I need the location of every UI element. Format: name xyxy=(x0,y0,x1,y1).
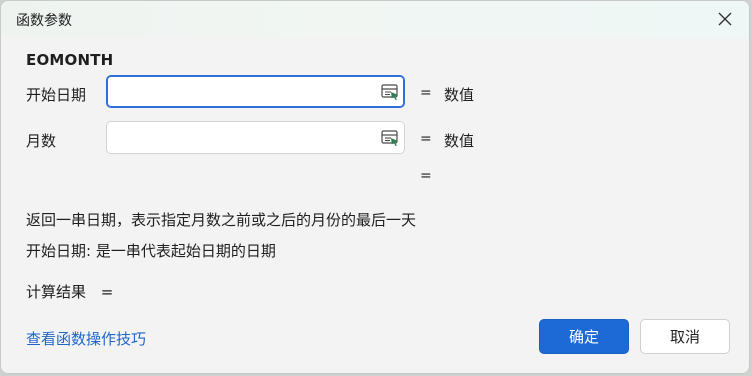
function-name: EOMONTH xyxy=(26,51,114,69)
range-select-icon[interactable] xyxy=(380,82,400,102)
ok-button[interactable]: 确定 xyxy=(539,319,629,354)
range-select-icon[interactable] xyxy=(380,128,400,148)
months-input[interactable] xyxy=(106,121,405,154)
calc-result-equals: = xyxy=(100,283,114,301)
dialog-title: 函数参数 xyxy=(16,13,72,29)
start-date-input[interactable] xyxy=(106,75,405,108)
function-result-equals: = xyxy=(420,168,432,184)
arg-label-start-date: 开始日期 xyxy=(26,86,87,104)
close-button[interactable] xyxy=(709,5,741,33)
calc-result: 计算结果 = xyxy=(26,281,113,302)
function-arguments-dialog: 函数参数 EOMONTH 开始日期 = 数值 月数 = 数值 = 返回一串日期，… xyxy=(0,0,750,374)
calc-result-label: 计算结果 xyxy=(26,283,87,301)
function-description: 返回一串日期，表示指定月数之前或之后的月份的最后一天 xyxy=(26,211,417,229)
arg-result-start-date: 数值 xyxy=(444,86,475,104)
close-icon xyxy=(718,12,732,26)
dialog-titlebar: 函数参数 xyxy=(1,1,749,37)
arg-equals-start-date: = xyxy=(420,85,432,101)
function-tips-link[interactable]: 查看函数操作技巧 xyxy=(26,328,146,349)
argument-description: 开始日期: 是一串代表起始日期的日期 xyxy=(26,242,276,260)
arg-result-months: 数值 xyxy=(444,132,475,150)
arg-equals-months: = xyxy=(420,131,432,147)
cancel-button[interactable]: 取消 xyxy=(640,319,730,354)
arg-label-months: 月数 xyxy=(26,132,57,150)
